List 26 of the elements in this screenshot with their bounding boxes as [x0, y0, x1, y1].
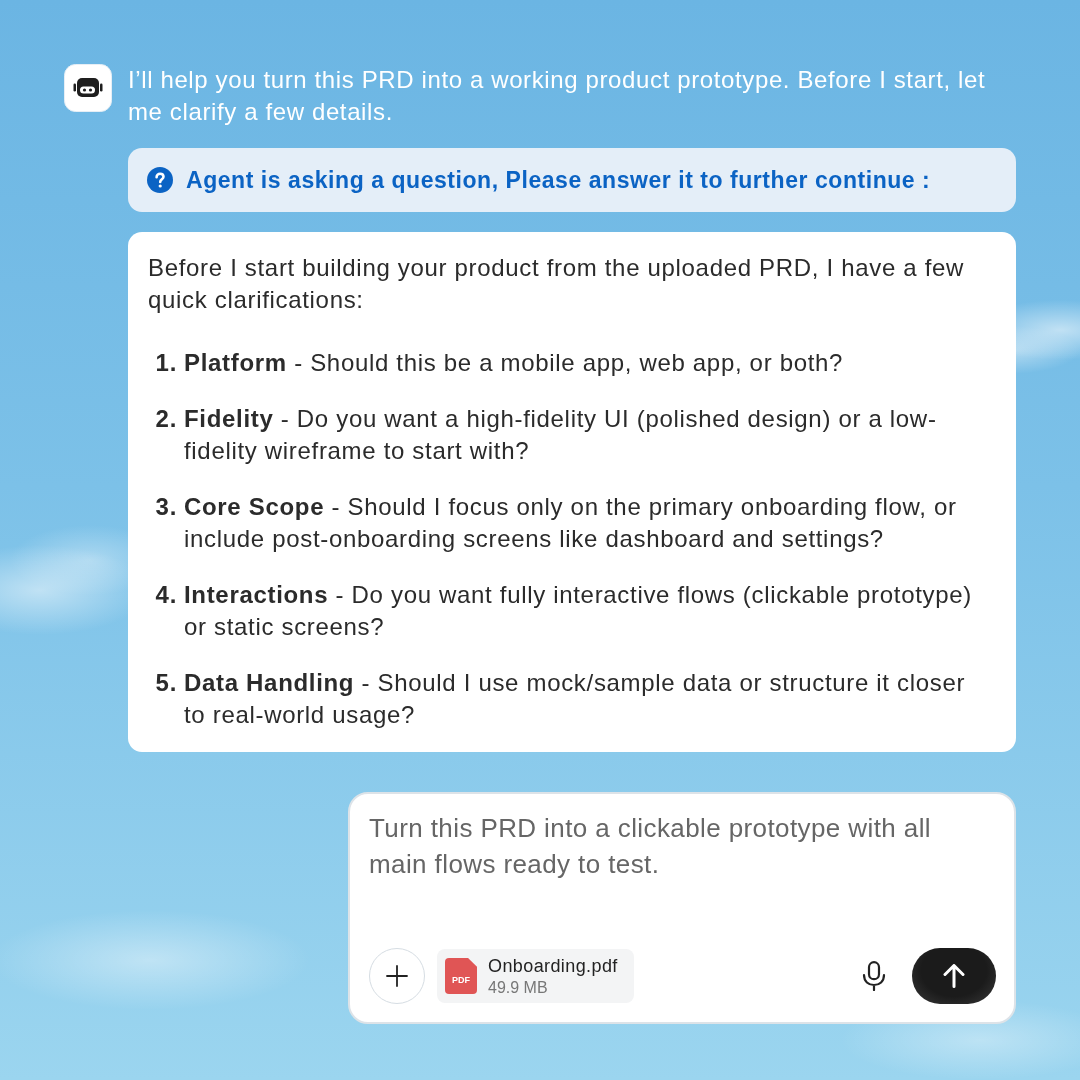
- list-number: 4.: [155, 580, 178, 610]
- file-name: Onboarding.pdf: [488, 955, 618, 977]
- question-text: Core Scope - Should I focus only on the primary onboarding flow, or include post-onboarding screens like dashboard and settings?: [184, 492, 958, 554]
- question-text: Fidelity - Do you want a high-fidelity UI (polished design) or a low-fidelity wireframe to start with?: [184, 404, 938, 466]
- plus-icon: [386, 965, 408, 987]
- list-number: 5.: [155, 668, 178, 698]
- microphone-icon: [862, 961, 886, 991]
- question-icon: [147, 167, 173, 193]
- list-number: 3.: [155, 492, 178, 522]
- questions-intro: Before I start building your product from the uploaded PRD, I have a few quick clarifications:: [148, 253, 966, 315]
- notice-text: Agent is asking a question, Please answer it to further continue :: [186, 166, 931, 194]
- add-button[interactable]: [369, 948, 425, 1004]
- question-text: Interactions - Do you want fully interactive flows (clickable prototype) or static screens?: [184, 580, 973, 642]
- arrow-up-icon: [943, 964, 965, 988]
- question-text: Data Handling - Should I use mock/sample data or structure it closer to real-world usage?: [184, 668, 967, 730]
- send-button[interactable]: [912, 948, 996, 1004]
- list-number: 2.: [155, 404, 178, 434]
- attachment-chip[interactable]: PDF Onboarding.pdf 49.9 MB: [437, 949, 634, 1003]
- question-text: Platform - Should this be a mobile app, web app, or both?: [184, 348, 845, 378]
- list-number: 1.: [155, 348, 178, 378]
- file-size: 49.9 MB: [488, 978, 549, 997]
- assistant-message: I’ll help you turn this PRD into a working product prototype. Before I start, let me clarify a few details.: [128, 65, 987, 127]
- robot-avatar-icon: [64, 64, 112, 112]
- microphone-button[interactable]: [860, 960, 888, 992]
- message-input[interactable]: Turn this PRD into a clickable prototype with all main flows ready to test.: [369, 810, 989, 882]
- pdf-file-icon: PDF: [445, 958, 477, 994]
